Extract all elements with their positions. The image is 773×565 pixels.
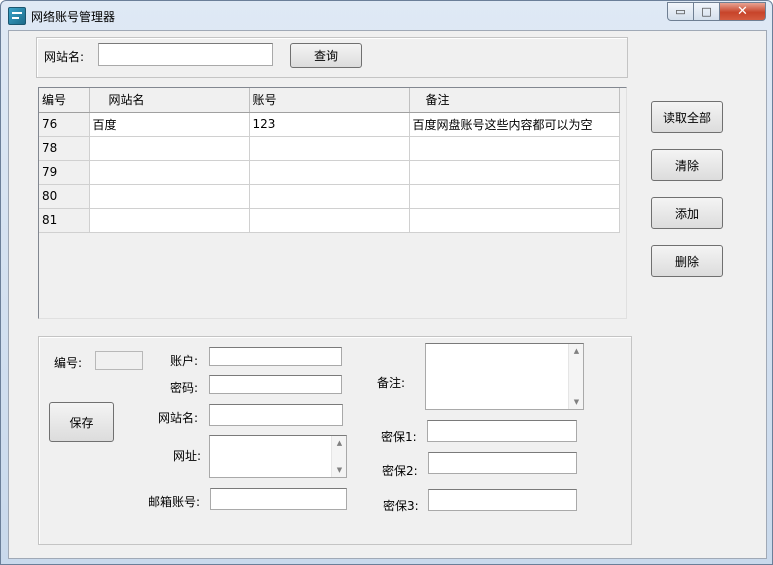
note-label: 备注: bbox=[377, 376, 406, 390]
query-button[interactable]: 查询 bbox=[290, 43, 362, 68]
row-id-cell[interactable]: 78 bbox=[39, 136, 90, 161]
account-label: 账户: bbox=[170, 354, 199, 368]
maximize-icon: □ bbox=[701, 5, 712, 18]
window-controls: ▭ □ ✕ bbox=[667, 2, 766, 21]
row-id-cell[interactable]: 79 bbox=[39, 160, 90, 185]
scroll-down-icon[interactable]: ▼ bbox=[332, 463, 347, 477]
clear-button[interactable]: 清除 bbox=[651, 149, 723, 181]
table-row[interactable]: 79 bbox=[39, 160, 620, 185]
grid-table: 编号 网站名 账号 备注 76 百度 123 百度网盘账号这些内容都可以为空 78 79 8… bbox=[39, 88, 620, 233]
table-row[interactable]: 80 bbox=[39, 184, 620, 209]
table-cell[interactable]: 百度 bbox=[89, 112, 250, 137]
close-button[interactable]: ✕ bbox=[720, 2, 766, 21]
row-id-cell[interactable]: 80 bbox=[39, 184, 90, 209]
secret1-field[interactable] bbox=[427, 420, 577, 442]
table-cell[interactable] bbox=[249, 184, 410, 209]
secret1-label: 密保1: bbox=[381, 430, 417, 444]
maximize-button[interactable]: □ bbox=[694, 2, 720, 21]
edit-form-group: 编号: 保存 账户: 密码: 网站名: 网址: ▲ ▼ 邮箱账号: 备注: ▲ bbox=[38, 336, 632, 545]
minimize-icon: ▭ bbox=[675, 5, 686, 18]
password-label: 密码: bbox=[170, 381, 199, 395]
table-cell[interactable] bbox=[89, 184, 250, 209]
window-title: 网络账号管理器 bbox=[31, 10, 116, 24]
password-field[interactable] bbox=[209, 375, 342, 394]
table-row[interactable]: 76 百度 123 百度网盘账号这些内容都可以为空 bbox=[39, 112, 620, 137]
delete-button[interactable]: 删除 bbox=[651, 245, 723, 277]
search-input[interactable] bbox=[98, 43, 273, 66]
url-scrollbar[interactable]: ▲ ▼ bbox=[331, 436, 346, 477]
table-cell[interactable] bbox=[409, 160, 620, 185]
scroll-up-icon[interactable]: ▲ bbox=[332, 436, 347, 450]
table-cell[interactable] bbox=[89, 160, 250, 185]
secret3-label: 密保3: bbox=[383, 499, 419, 513]
url-field[interactable]: ▲ ▼ bbox=[209, 435, 347, 478]
add-button[interactable]: 添加 bbox=[651, 197, 723, 229]
site-name-field[interactable] bbox=[209, 404, 343, 426]
column-header-site[interactable]: 网站名 bbox=[89, 88, 250, 113]
row-id-cell[interactable]: 76 bbox=[39, 112, 90, 137]
id-label: 编号: bbox=[54, 356, 83, 370]
column-header-id[interactable]: 编号 bbox=[39, 88, 90, 113]
table-cell[interactable] bbox=[249, 160, 410, 185]
secret2-field[interactable] bbox=[428, 452, 577, 474]
id-field bbox=[95, 351, 143, 370]
app-window: 网络账号管理器 ▭ □ ✕ 网站名: 查询 编号 网站名 账号 备注 76 百度 1… bbox=[0, 0, 773, 565]
search-group: 网站名: 查询 bbox=[36, 37, 628, 78]
table-row[interactable]: 78 bbox=[39, 136, 620, 161]
table-cell[interactable] bbox=[89, 136, 250, 161]
table-cell[interactable] bbox=[409, 208, 620, 233]
minimize-button[interactable]: ▭ bbox=[667, 2, 694, 21]
table-cell[interactable]: 百度网盘账号这些内容都可以为空 bbox=[409, 112, 620, 137]
table-cell[interactable] bbox=[249, 208, 410, 233]
save-button[interactable]: 保存 bbox=[49, 402, 114, 442]
row-id-cell[interactable]: 81 bbox=[39, 208, 90, 233]
site-name-label: 网站名: bbox=[158, 411, 199, 425]
url-label: 网址: bbox=[173, 449, 202, 463]
column-header-account[interactable]: 账号 bbox=[249, 88, 410, 113]
table-cell[interactable]: 123 bbox=[249, 112, 410, 137]
table-cell[interactable] bbox=[249, 136, 410, 161]
client-area: 网站名: 查询 编号 网站名 账号 备注 76 百度 123 百度网盘账号这些内容都可… bbox=[8, 30, 767, 559]
table-cell[interactable] bbox=[409, 136, 620, 161]
account-field[interactable] bbox=[209, 347, 342, 366]
title-bar[interactable]: 网络账号管理器 ▭ □ ✕ bbox=[1, 1, 772, 30]
read-all-button[interactable]: 读取全部 bbox=[651, 101, 723, 133]
table-cell[interactable] bbox=[409, 184, 620, 209]
column-header-note[interactable]: 备注 bbox=[409, 88, 620, 113]
grid-header-row: 编号 网站名 账号 备注 bbox=[39, 88, 620, 113]
close-icon: ✕ bbox=[737, 4, 748, 19]
scroll-down-icon[interactable]: ▼ bbox=[569, 395, 584, 409]
email-field[interactable] bbox=[210, 488, 347, 510]
secret3-field[interactable] bbox=[428, 489, 577, 511]
secret2-label: 密保2: bbox=[382, 464, 418, 478]
note-field[interactable]: ▲ ▼ bbox=[425, 343, 584, 410]
note-scrollbar[interactable]: ▲ ▼ bbox=[568, 344, 583, 409]
table-cell[interactable] bbox=[89, 208, 250, 233]
search-label: 网站名: bbox=[44, 50, 85, 64]
scroll-up-icon[interactable]: ▲ bbox=[569, 344, 584, 358]
email-label: 邮箱账号: bbox=[148, 495, 201, 509]
data-grid[interactable]: 编号 网站名 账号 备注 76 百度 123 百度网盘账号这些内容都可以为空 78 79 8… bbox=[38, 87, 627, 319]
app-icon bbox=[8, 7, 26, 25]
table-row[interactable]: 81 bbox=[39, 208, 620, 233]
